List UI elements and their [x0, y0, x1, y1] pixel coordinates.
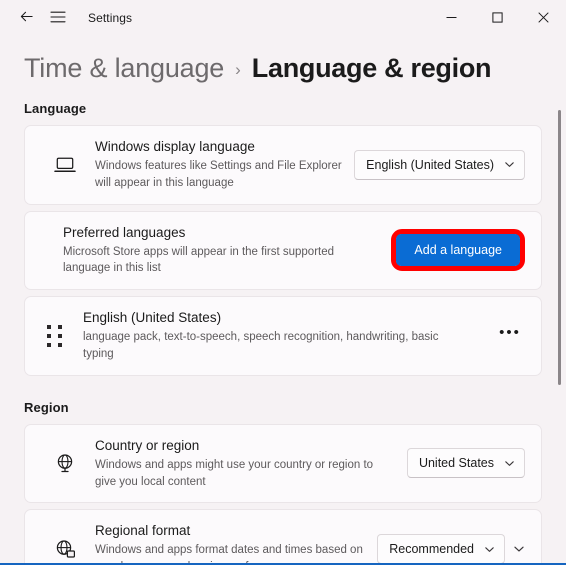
vertical-scrollbar[interactable]: [558, 110, 561, 385]
card-title: English (United States): [83, 310, 222, 326]
card-subtitle: language pack, text-to-speech, speech re…: [83, 331, 439, 361]
card-preferred-languages: Preferred languages Microsoft Store apps…: [24, 210, 542, 291]
drag-handle-icon[interactable]: [41, 322, 67, 350]
section-header-region: Region: [24, 399, 69, 415]
breadcrumb: Time & language › Language & region: [0, 36, 566, 92]
laptop-icon: [47, 155, 83, 175]
section-header-language: Language: [24, 101, 87, 116]
chevron-down-icon: [484, 544, 495, 555]
maximize-button[interactable]: [474, 0, 520, 36]
country-or-region-value: United States: [418, 456, 494, 471]
breadcrumb-parent-link[interactable]: Time & language: [24, 53, 224, 84]
window-controls: [428, 0, 566, 36]
card-subtitle: Windows and apps format dates and times …: [95, 544, 363, 565]
card-title: Regional format: [95, 523, 191, 539]
card-subtitle: Windows and apps might use your country …: [95, 458, 374, 488]
back-button[interactable]: [10, 4, 42, 32]
country-or-region-dropdown[interactable]: United States: [406, 448, 525, 479]
chevron-down-icon: [504, 159, 515, 170]
minimize-icon: [446, 11, 457, 26]
highlight-annotation: Add a language: [391, 229, 525, 272]
card-windows-display-language[interactable]: Windows display language Windows feature…: [24, 125, 542, 205]
hamburger-menu-button[interactable]: [42, 4, 74, 32]
chevron-down-icon: [504, 458, 515, 469]
display-language-value: English (United States): [366, 157, 494, 172]
card-subtitle: Microsoft Store apps will appear in the …: [63, 245, 335, 275]
card-text: Windows display language Windows feature…: [83, 138, 354, 192]
add-a-language-button[interactable]: Add a language: [396, 234, 520, 267]
card-title: Preferred languages: [63, 224, 186, 240]
hamburger-menu-icon: [50, 10, 66, 27]
card-title: Country or region: [95, 437, 200, 453]
minimize-button[interactable]: [428, 0, 474, 36]
title-bar: Settings: [0, 0, 566, 36]
regional-format-dropdown[interactable]: Recommended: [377, 534, 505, 565]
card-subtitle: Windows features like Settings and File …: [95, 160, 342, 189]
language-options-more-button[interactable]: •••: [495, 322, 525, 350]
close-icon: [537, 11, 549, 26]
card-country-or-region[interactable]: Country or region Windows and apps might…: [24, 423, 542, 504]
regional-format-value: Recommended: [389, 542, 474, 557]
back-arrow-icon: [19, 9, 34, 27]
display-language-dropdown[interactable]: English (United States): [354, 149, 525, 180]
regional-format-expander-icon[interactable]: [505, 543, 533, 555]
chevron-right-icon: ›: [235, 59, 241, 79]
card-title: Windows display language: [95, 139, 255, 154]
card-regional-format[interactable]: Regional format Windows and apps format …: [24, 509, 542, 565]
globe-icon: [47, 452, 83, 474]
card-text: Preferred languages Microsoft Store apps…: [63, 224, 391, 278]
list-item-english-united-states[interactable]: English (United States) language pack, t…: [24, 296, 542, 376]
page-title: Language & region: [251, 52, 492, 83]
maximize-icon: [491, 11, 503, 26]
settings-content: Language Windows display language Window…: [0, 92, 566, 565]
card-text: Country or region Windows and apps might…: [83, 437, 407, 491]
close-button[interactable]: [520, 0, 566, 36]
card-text: English (United States) language pack, t…: [67, 309, 495, 363]
window-title: Settings: [88, 11, 133, 25]
globe-clock-icon: [47, 538, 83, 560]
card-text: Regional format Windows and apps format …: [83, 522, 377, 565]
